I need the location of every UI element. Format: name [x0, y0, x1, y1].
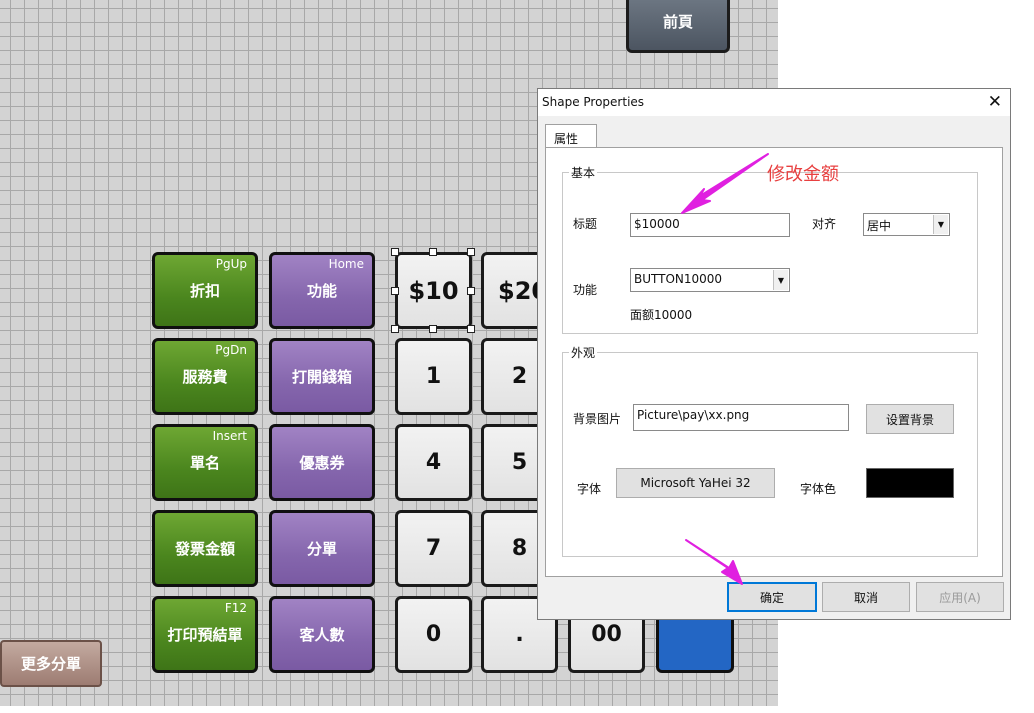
- background-image-label: 背景图片: [573, 412, 622, 426]
- ok-button[interactable]: 确定: [727, 582, 817, 612]
- basic-group-title: 基本: [569, 164, 598, 181]
- title-input-value: $10000: [634, 217, 680, 231]
- button-label: 取消: [853, 590, 878, 605]
- appearance-group: 外观 背景图片 Picture\pay\xx.png 设置背景 字体 Micro…: [562, 344, 978, 557]
- tab-properties[interactable]: 属性: [545, 124, 597, 148]
- function-button[interactable]: Home 功能: [269, 252, 375, 329]
- function-select-value: BUTTON10000: [634, 272, 723, 286]
- button-label: 1: [425, 364, 442, 389]
- button-label: 單名: [189, 454, 220, 472]
- button-label: 应用(A): [939, 590, 981, 605]
- annotation-text: 修改金额: [767, 164, 839, 185]
- selection-handle[interactable]: [467, 325, 475, 333]
- button-label: 打印預結單: [167, 626, 243, 644]
- button-label: 7: [425, 536, 442, 561]
- button-label: 打開錢箱: [291, 368, 352, 386]
- selection-handle[interactable]: [391, 248, 399, 256]
- hotkey-label: PgDn: [215, 343, 247, 357]
- button-label: 客人數: [299, 626, 345, 644]
- align-label: 对齐: [812, 217, 837, 231]
- dialog-title: Shape Properties: [542, 95, 645, 109]
- button-label: 0: [425, 622, 442, 647]
- title-label: 标题: [573, 217, 598, 231]
- button-label: Microsoft YaHei 32: [640, 476, 751, 490]
- font-picker-button[interactable]: Microsoft YaHei 32: [616, 468, 775, 498]
- align-select-value: 居中: [867, 219, 892, 233]
- chevron-down-icon: ▼: [933, 215, 948, 234]
- hotkey-label: F12: [224, 601, 247, 615]
- basic-group: 基本 标题 $10000 对齐 居中 ▼ 功能 BUTTON10000 ▼ 面额…: [562, 164, 978, 334]
- more-split-button[interactable]: 更多分單: [0, 640, 102, 687]
- selection-handle[interactable]: [467, 248, 475, 256]
- button-label: 折扣: [189, 282, 220, 300]
- font-color-swatch[interactable]: [866, 468, 954, 498]
- font-label: 字体: [577, 482, 602, 496]
- hotkey-label: Insert: [212, 429, 247, 443]
- button-label: 8: [511, 536, 528, 561]
- button-label: 優惠券: [299, 454, 345, 472]
- cancel-button[interactable]: 取消: [822, 582, 910, 612]
- button-label: 4: [425, 450, 442, 475]
- selection-handle[interactable]: [467, 287, 475, 295]
- selection-handle[interactable]: [391, 287, 399, 295]
- hotkey-label: PgUp: [215, 257, 247, 271]
- button-label: 确定: [759, 590, 784, 605]
- digit-7-button[interactable]: 7: [395, 510, 472, 587]
- function-select[interactable]: BUTTON10000 ▼: [630, 268, 790, 292]
- background-image-value: Picture\pay\xx.png: [637, 408, 750, 422]
- hotkey-label: Home: [328, 257, 364, 271]
- order-name-button[interactable]: Insert 單名: [152, 424, 258, 501]
- button-label: 服務費: [182, 368, 228, 386]
- button-label: 發票金額: [174, 540, 235, 558]
- guest-count-button[interactable]: 客人數: [269, 596, 375, 673]
- prev-page-label: 前頁: [662, 13, 693, 31]
- button-label: $10: [408, 276, 459, 305]
- set-background-button[interactable]: 设置背景: [866, 404, 954, 434]
- button-label: 功能: [306, 282, 337, 300]
- dialog-titlebar[interactable]: Shape Properties ✕: [538, 89, 1010, 116]
- digit-4-button[interactable]: 4: [395, 424, 472, 501]
- close-icon[interactable]: ✕: [988, 92, 1002, 112]
- button-label: .: [515, 622, 524, 647]
- amount-10-button[interactable]: $10: [395, 252, 472, 329]
- prev-page-button[interactable]: 前頁: [626, 0, 730, 53]
- button-label: 分單: [306, 540, 337, 558]
- print-prebill-button[interactable]: F12 打印預結單: [152, 596, 258, 673]
- coupon-button[interactable]: 優惠券: [269, 424, 375, 501]
- title-input[interactable]: $10000: [630, 213, 790, 237]
- align-select[interactable]: 居中 ▼: [863, 213, 950, 236]
- button-label: 2: [511, 364, 528, 389]
- service-charge-button[interactable]: PgDn 服務費: [152, 338, 258, 415]
- discount-button[interactable]: PgUp 折扣: [152, 252, 258, 329]
- digit-1-button[interactable]: 1: [395, 338, 472, 415]
- invoice-amount-button[interactable]: 發票金額: [152, 510, 258, 587]
- selection-handle[interactable]: [391, 325, 399, 333]
- tab-label: 属性: [554, 132, 579, 146]
- appearance-group-title: 外观: [569, 344, 598, 361]
- function-description: 面额10000: [630, 308, 693, 322]
- selection-handle[interactable]: [429, 248, 437, 256]
- selection-handle[interactable]: [429, 325, 437, 333]
- open-cash-drawer-button[interactable]: 打開錢箱: [269, 338, 375, 415]
- button-label: 5: [511, 450, 528, 475]
- button-label: 00: [591, 622, 622, 647]
- apply-button: 应用(A): [916, 582, 1004, 612]
- tab-panel: 基本 标题 $10000 对齐 居中 ▼ 功能 BUTTON10000 ▼ 面额…: [545, 147, 1003, 577]
- font-color-label: 字体色: [800, 482, 837, 496]
- split-order-button[interactable]: 分單: [269, 510, 375, 587]
- button-label: 更多分單: [20, 655, 81, 673]
- chevron-down-icon: ▼: [773, 270, 788, 290]
- digit-0-button[interactable]: 0: [395, 596, 472, 673]
- button-label: 设置背景: [885, 412, 934, 427]
- function-label: 功能: [573, 283, 598, 297]
- background-image-input[interactable]: Picture\pay\xx.png: [633, 404, 849, 431]
